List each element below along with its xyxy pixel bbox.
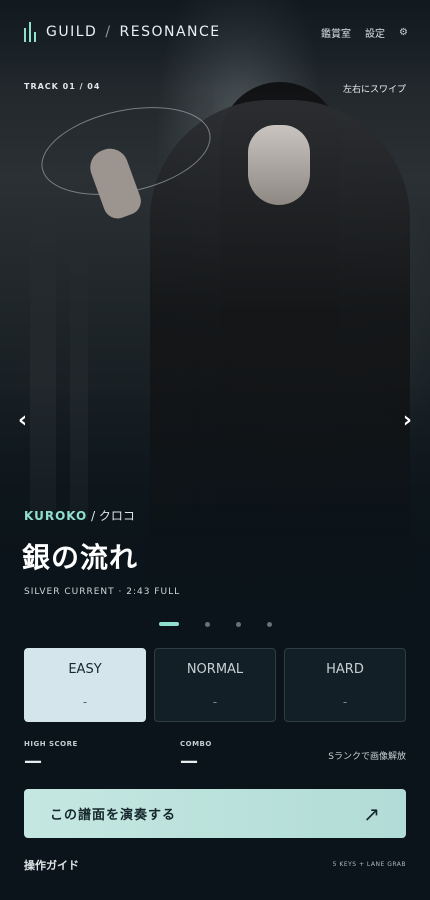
- unlock-hint: Sランクで画像解放: [328, 752, 406, 762]
- track-subtitle: SILVER CURRENT · 2:43 FULL: [24, 587, 181, 597]
- combo-label: COMBO: [180, 740, 212, 748]
- difficulty-label: NORMAL: [186, 662, 244, 677]
- track-title: 銀の流れ: [22, 541, 139, 574]
- page-dot[interactable]: [235, 621, 241, 627]
- swipe-hint: 左右にスワイプ: [342, 85, 406, 95]
- artist-name: KUROKO / クロコ: [24, 507, 135, 524]
- difficulty-normal[interactable]: NORMAL -: [154, 648, 276, 722]
- difficulty-hard[interactable]: HARD -: [284, 648, 406, 722]
- score-stats: HIGH SCORE — COMBO — Sランクで画像解放: [24, 740, 406, 774]
- page-dot[interactable]: [204, 621, 210, 627]
- keys-info: 5 KEYS + LANE GRAB: [332, 861, 406, 868]
- brand-right: RESONANCE: [119, 24, 221, 40]
- artist-name-jp: / クロコ: [91, 509, 135, 523]
- high-score-label: HIGH SCORE: [24, 740, 78, 748]
- header-nav: 鑑賞室 設定 ⚙: [321, 25, 408, 40]
- high-score-value: —: [24, 751, 42, 772]
- artist-name-en: KUROKO: [24, 509, 88, 523]
- brand-name[interactable]: GUILD / RESONANCE: [46, 24, 221, 40]
- difficulty-value: -: [342, 695, 348, 709]
- difficulty-selector: EASY - NORMAL - HARD -: [24, 648, 406, 722]
- nav-gallery[interactable]: 鑑賞室: [321, 25, 351, 40]
- combo-value: —: [180, 751, 198, 772]
- top-bar: GUILD / RESONANCE 鑑賞室 設定 ⚙: [24, 20, 408, 44]
- page-dot[interactable]: [266, 621, 272, 627]
- prev-track-button[interactable]: ‹: [18, 408, 27, 433]
- logo-icon: [24, 22, 36, 42]
- nav-settings[interactable]: 設定: [365, 25, 385, 40]
- difficulty-easy[interactable]: EASY -: [24, 648, 146, 722]
- play-button-label: この譜面を演奏する: [50, 808, 177, 823]
- arrow-up-right-icon: ↗: [363, 801, 380, 826]
- play-button[interactable]: この譜面を演奏する ↗: [24, 789, 406, 838]
- gear-icon[interactable]: ⚙: [399, 27, 408, 38]
- brand-separator: /: [105, 24, 112, 40]
- next-track-button[interactable]: ›: [403, 408, 412, 433]
- track-counter: TRACK 01 / 04: [24, 82, 101, 91]
- difficulty-label: HARD: [326, 662, 364, 677]
- page-dot[interactable]: [158, 622, 179, 626]
- difficulty-value: -: [212, 695, 218, 709]
- brand-left: GUILD: [46, 24, 98, 40]
- page-indicator: [0, 620, 430, 628]
- controls-guide-link[interactable]: 操作ガイド: [24, 857, 79, 873]
- difficulty-value: -: [82, 695, 88, 709]
- difficulty-label: EASY: [68, 662, 102, 677]
